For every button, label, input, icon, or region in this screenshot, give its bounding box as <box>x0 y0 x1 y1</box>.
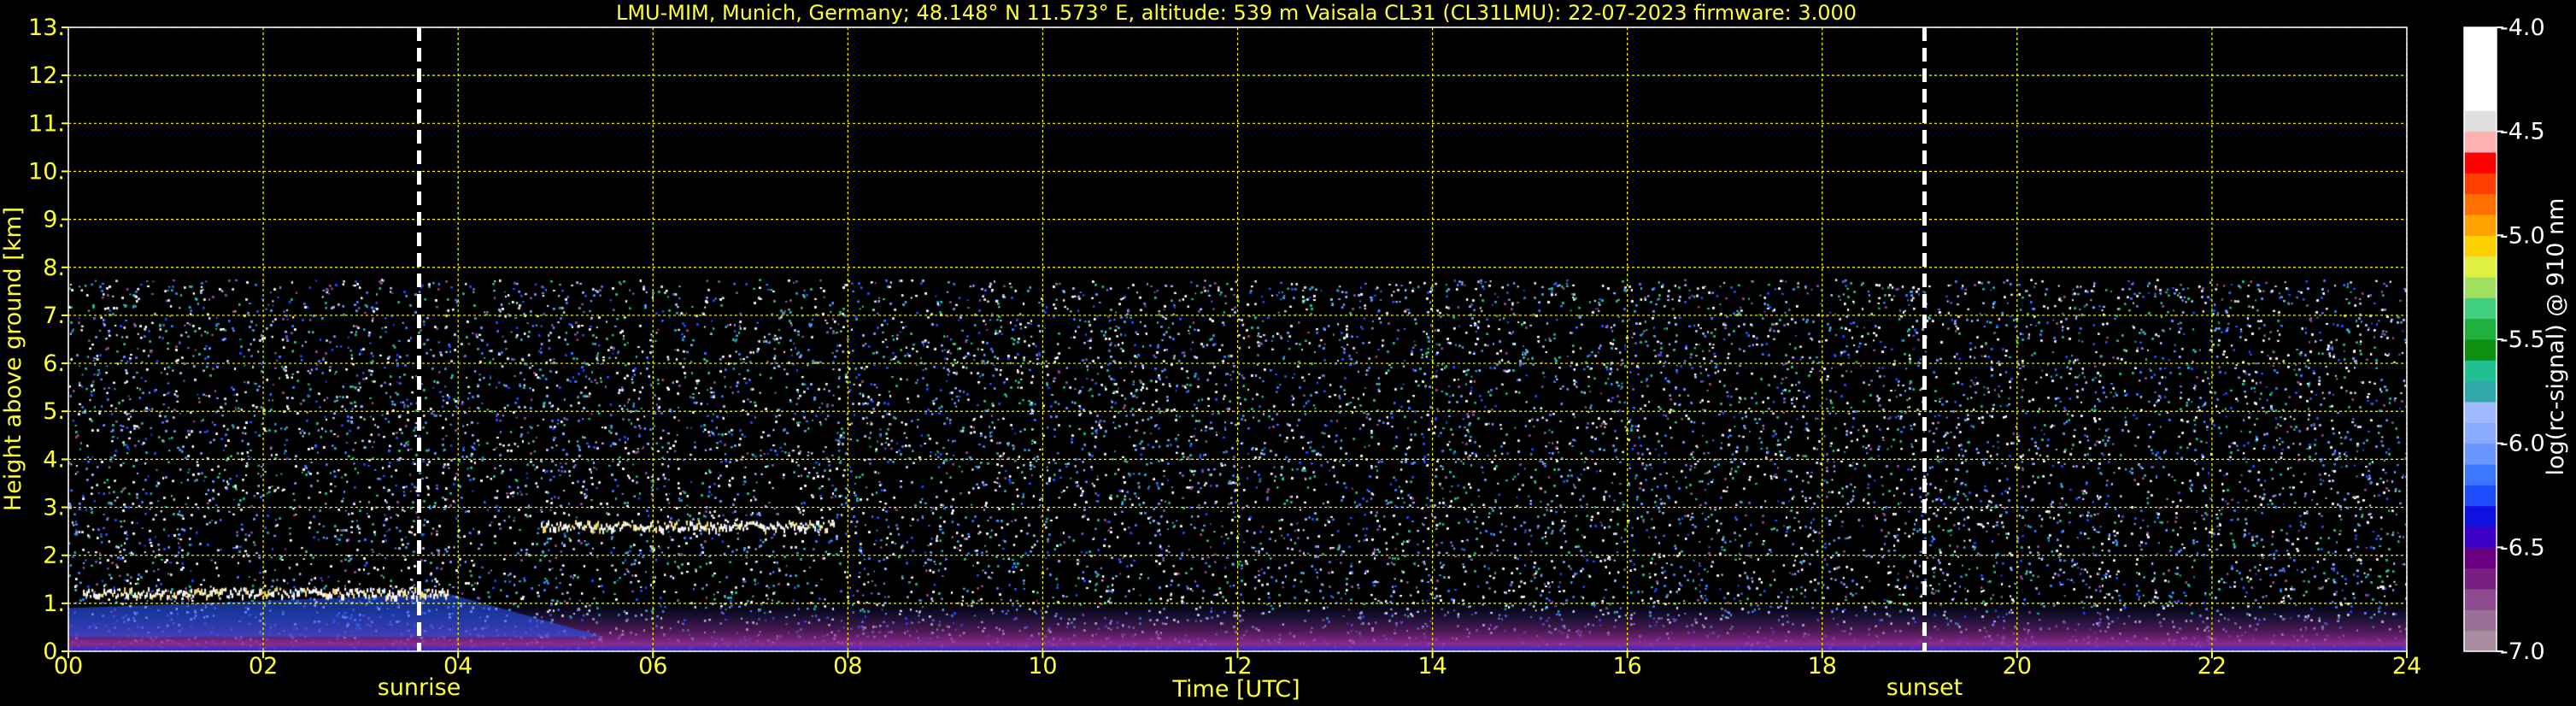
colorbar-segment <box>2464 443 2497 465</box>
colorbar-segment <box>2464 256 2497 278</box>
colorbar-segment <box>2464 464 2497 485</box>
colorbar-tick-label: -4.0 <box>2500 15 2545 41</box>
y-tick-label: 4. <box>43 446 65 473</box>
colorbar-label: log(rc-signal) @ 910 nm <box>2543 198 2569 476</box>
colorbar-segment <box>2464 297 2497 320</box>
y-tick-label: 0. <box>43 638 65 665</box>
y-tick-label: 7. <box>43 303 65 329</box>
colorbar-segment <box>2464 235 2497 257</box>
y-tick-label: 10. <box>28 158 65 185</box>
colorbar-segment <box>2464 402 2497 423</box>
x-tick-label: 04 <box>443 653 472 680</box>
colorbar-segment <box>2464 360 2497 382</box>
colorbar-tick-label: -7.0 <box>2500 638 2545 665</box>
y-tick-label: 11. <box>28 110 65 137</box>
colorbar-segment <box>2464 318 2497 340</box>
y-tick-label: 12. <box>28 62 65 89</box>
y-tick-label: 1. <box>43 591 65 617</box>
colorbar-tick-label: -5.0 <box>2500 222 2545 249</box>
colorbar-segment <box>2464 277 2497 298</box>
colorbar-segment <box>2464 68 2497 91</box>
x-axis-label: Time [UTC] <box>1171 676 1300 703</box>
x-tick-label: 10 <box>1028 653 1057 680</box>
colorbar-segment <box>2464 215 2497 236</box>
colorbar-segment <box>2464 505 2497 527</box>
y-tick-label: 13. <box>28 15 65 41</box>
x-tick-label: 08 <box>833 653 862 680</box>
y-tick-label: 2. <box>43 543 65 569</box>
colorbar-tick-label: -4.5 <box>2500 119 2545 145</box>
x-tick-label: 06 <box>638 653 667 680</box>
colorbar-segment <box>2464 568 2497 590</box>
colorbar-segment <box>2464 48 2497 70</box>
colorbar-segment <box>2464 380 2497 403</box>
colorbar-segment <box>2464 630 2497 652</box>
colorbar-segment <box>2464 339 2497 361</box>
colorbar-segment <box>2464 90 2497 111</box>
x-tick-label: 20 <box>2003 653 2032 680</box>
colorbar-segment <box>2464 193 2497 215</box>
colorbar-segment <box>2464 547 2497 569</box>
event-label-sunset: sunset <box>1887 674 1963 701</box>
colorbar-tick-label: -6.0 <box>2500 431 2545 457</box>
colorbar: -4.0 -4.5 -5.0 -5.5 -6.0 -6.5 -7.0 <box>2463 15 2545 665</box>
x-tick-label: 24 <box>2392 653 2421 680</box>
colorbar-segment <box>2464 485 2497 507</box>
colorbar-tick-label: -6.5 <box>2500 534 2545 561</box>
colorbar-segment <box>2464 27 2497 49</box>
y-tick-label: 5. <box>43 398 65 425</box>
y-tick-label: 6. <box>43 350 65 377</box>
y-tick-label: 9. <box>43 207 65 233</box>
colorbar-segment <box>2464 527 2497 548</box>
colorbar-segment <box>2464 110 2497 132</box>
x-tick-label: 22 <box>2198 653 2227 680</box>
y-tick-label: 8. <box>43 255 65 281</box>
y-axis-label: Height above ground [km] <box>0 207 26 511</box>
colorbar-segment <box>2464 173 2497 195</box>
colorbar-segment <box>2464 609 2497 632</box>
colorbar-segment <box>2464 152 2497 174</box>
x-tick-label: 02 <box>249 653 278 680</box>
ceilometer-chart: sunrise sunset 00 02 04 06 08 10 12 14 16 18 20 22 24… <box>0 1 2569 703</box>
y-tick-label: 3. <box>43 495 65 521</box>
colorbar-tick-label: -5.5 <box>2500 327 2545 353</box>
x-tick-label: 16 <box>1612 653 1641 680</box>
chart-title: LMU-MIM, Munich, Germany; 48.148° N 11.5… <box>616 1 1857 25</box>
colorbar-segment <box>2464 131 2497 153</box>
colorbar-segment <box>2464 589 2497 610</box>
colorbar-segment <box>2464 422 2497 444</box>
y-axis-ticks: 0. 1. 2. 3. 4. 5. 6. 7. 8. 9. 10. 11. 12. 13. <box>28 15 68 665</box>
x-tick-label: 18 <box>1808 653 1837 680</box>
x-tick-label: 14 <box>1417 653 1446 680</box>
